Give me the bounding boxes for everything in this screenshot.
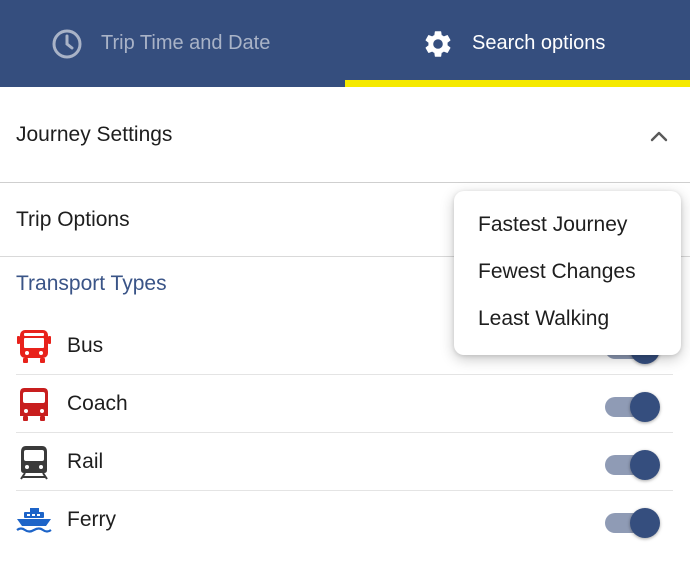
- bus-icon: [16, 328, 52, 364]
- train-icon: [16, 444, 52, 480]
- toggle-thumb: [630, 392, 660, 422]
- transport-label: Bus: [67, 333, 104, 357]
- menu-item-fastest-journey[interactable]: Fastest Journey: [478, 213, 627, 237]
- transport-types-heading: Transport Types: [16, 272, 167, 295]
- gear-icon: [422, 28, 454, 60]
- chevron-up-icon[interactable]: [648, 125, 670, 147]
- tab-label: Search options: [472, 32, 606, 54]
- clock-icon: [51, 28, 83, 60]
- toggle-thumb: [630, 450, 660, 480]
- trip-options-menu: Fastest Journey Fewest Changes Least Wal…: [454, 191, 681, 355]
- rail-toggle[interactable]: [603, 447, 661, 480]
- transport-label: Coach: [67, 391, 128, 415]
- transport-row-coach: Coach: [16, 375, 673, 433]
- coach-toggle[interactable]: [603, 389, 661, 422]
- transport-row-ferry: Ferry: [16, 491, 673, 549]
- menu-item-fewest-changes[interactable]: Fewest Changes: [478, 260, 636, 284]
- tab-search-options[interactable]: Search options: [345, 0, 690, 87]
- journey-settings-title: Journey Settings: [16, 122, 173, 146]
- transport-row-rail: Rail: [16, 433, 673, 491]
- coach-icon: [16, 386, 52, 422]
- menu-item-least-walking[interactable]: Least Walking: [478, 307, 609, 331]
- tab-bar: Trip Time and Date Search options: [0, 0, 690, 87]
- ferry-icon: [16, 502, 52, 538]
- trip-options-label: Trip Options: [16, 207, 130, 231]
- tab-label: Trip Time and Date: [101, 32, 271, 54]
- tab-trip-time-and-date[interactable]: Trip Time and Date: [0, 0, 345, 87]
- toggle-thumb: [630, 508, 660, 538]
- ferry-toggle[interactable]: [603, 505, 661, 538]
- transport-label: Ferry: [67, 508, 116, 531]
- active-tab-indicator: [345, 80, 690, 87]
- journey-settings-header[interactable]: Journey Settings: [0, 87, 690, 183]
- transport-label: Rail: [67, 449, 104, 473]
